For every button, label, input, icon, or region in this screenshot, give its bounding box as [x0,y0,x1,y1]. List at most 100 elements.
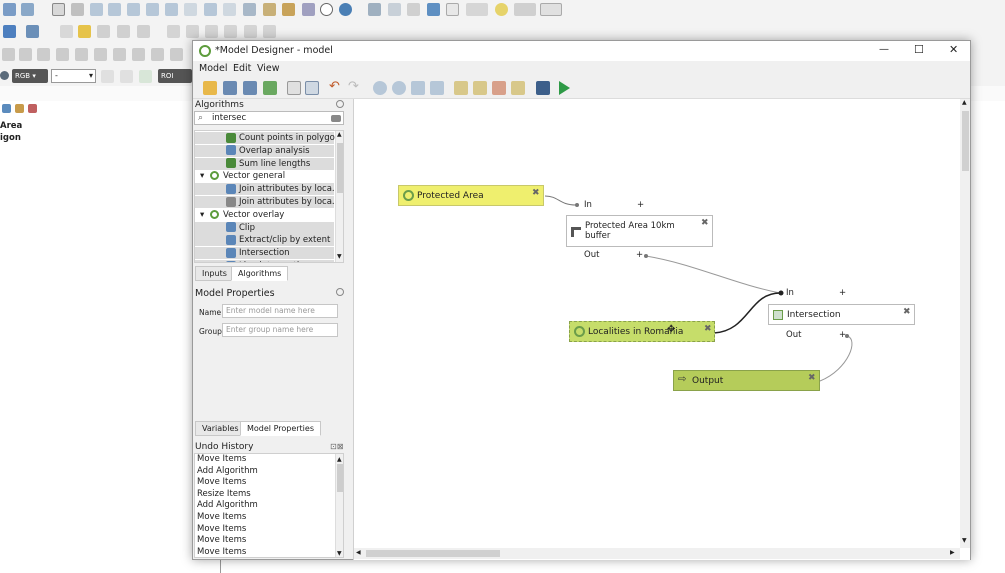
undo-icon[interactable]: ↶ [329,79,343,94]
scrollbar-thumb[interactable] [337,143,343,193]
rgb-dropdown[interactable]: RGB ▾ [12,69,48,83]
attribute-table-icon[interactable] [388,3,401,16]
tree-item[interactable]: Count points in polygon [195,132,340,144]
run-model-icon[interactable] [559,81,570,95]
tab-algorithms[interactable]: Algorithms [231,266,289,281]
tab-inputs[interactable]: Inputs [195,266,234,281]
refresh-icon[interactable] [339,3,352,16]
temporal-controller-icon[interactable] [320,3,333,16]
menu-edit[interactable]: Edit [233,63,251,74]
scroll-up-icon[interactable]: ▲ [337,131,342,138]
show-bookmarks-icon[interactable] [302,3,315,16]
new-3d-view-icon[interactable] [263,3,276,16]
canvas-scroll-left-icon[interactable]: ◀ [356,549,361,556]
properties-float-icon[interactable] [336,288,344,296]
undo-item[interactable]: Move Items [196,524,343,536]
tree-item[interactable]: Clip [195,221,334,234]
zoom-in-icon[interactable] [373,81,387,95]
canvas-scroll-right-icon[interactable]: ▶ [950,549,955,556]
canvas-scroll-down-icon[interactable]: ▼ [962,537,967,544]
undo-item[interactable]: Move Items [196,512,343,524]
tab-variables[interactable]: Variables [195,421,246,436]
model-group-field[interactable]: Enter group name here [222,323,338,337]
annotation-icon[interactable] [514,3,536,16]
tree-item[interactable]: Join attributes by loca... [195,196,340,208]
undo-scrollbar[interactable]: ▲ ▼ [335,454,343,557]
save-as-icon[interactable] [243,81,257,95]
copy-features-icon[interactable] [205,25,218,38]
zoom-raster-icon[interactable] [139,70,152,83]
add-feature-icon[interactable] [117,25,130,38]
redo-icon[interactable]: ↷ [348,79,362,94]
tab-model-properties[interactable]: Model Properties [240,421,321,436]
model-canvas[interactable]: Protected Area ✖ In + Protected Area 10k… [353,99,970,560]
undo-item[interactable]: Move Items [196,535,343,547]
bookmark-icon[interactable] [282,3,295,16]
menu-view[interactable]: View [257,63,280,74]
export-image-icon[interactable] [454,81,468,95]
canvas-vertical-scrollbar[interactable]: ▲ ▼ [960,99,970,548]
cut-features-icon[interactable] [186,25,199,38]
layer-tool-3-icon[interactable] [28,104,37,113]
node-intersection[interactable]: Intersection ✖ [768,304,915,325]
undo-icon[interactable] [244,25,257,38]
layer-item-area[interactable]: Area [0,121,22,131]
zoom-native-icon[interactable] [184,3,197,16]
undo-item[interactable]: Resize Items [196,489,343,501]
undo-item[interactable]: Move Items [196,547,343,557]
roi-dropdown[interactable]: ROI [158,69,192,83]
layer-item-polygon[interactable]: igon [0,133,21,143]
reshape-icon[interactable] [56,48,69,61]
field-calculator-icon[interactable] [407,3,420,16]
minimize-button[interactable]: — [879,44,889,55]
digitizing-tool-icon[interactable] [2,48,15,61]
split-features-icon[interactable] [94,48,107,61]
remove-node-icon[interactable]: ✖ [903,307,911,317]
close-button[interactable]: ✕ [949,43,958,56]
canvas-hscroll-thumb[interactable] [366,550,500,557]
paste-features-icon[interactable] [224,25,237,38]
band-dropdown[interactable]: - ▾ [51,69,96,83]
undo-scrollbar-thumb[interactable] [337,464,343,492]
tree-item[interactable]: Line intersections [195,260,334,262]
tree-item[interactable]: Join attributes by loca... [195,183,340,196]
simplify-icon[interactable] [170,48,183,61]
remove-node-icon[interactable]: ✖ [701,218,709,228]
merge-features-icon[interactable] [132,48,145,61]
zoom-last-icon[interactable] [204,3,217,16]
zoom-full-icon[interactable] [430,81,444,95]
menu-model[interactable]: Model [199,63,228,74]
tree-item[interactable]: Intersection [195,247,334,260]
scroll-down-icon[interactable]: ▼ [337,253,342,260]
port-plus-out-buffer[interactable]: + [636,250,643,260]
clear-search-icon[interactable] [331,115,341,122]
data-source-manager-icon[interactable] [3,25,16,38]
zoom-full-icon[interactable] [127,3,140,16]
toggle-editing-icon[interactable] [78,25,91,38]
undo-panel-close-icon[interactable]: ⊡⊠ [330,442,343,451]
undo-item[interactable]: Add Algorithm [196,466,343,478]
style-manager-icon[interactable] [21,3,34,16]
new-project-icon[interactable] [3,3,16,16]
measure-icon[interactable] [466,3,488,16]
open-model-icon[interactable] [203,81,217,95]
port-plus-intersection[interactable]: + [839,288,846,298]
tree-item[interactable]: Sum line lengths [195,157,334,170]
maximize-button[interactable]: ☐ [914,43,924,56]
tree-item[interactable]: Extract/clip by extent [195,234,334,247]
save-edits-icon[interactable] [97,25,110,38]
canvas-horizontal-scrollbar[interactable]: ◀ ▶ [354,548,960,559]
undo-item[interactable]: Move Items [196,477,343,489]
layer-tool-2-icon[interactable] [15,104,24,113]
advanced-digitizing-icon[interactable] [37,48,50,61]
zoom-layer-icon[interactable] [165,3,178,16]
export-pdf-icon[interactable] [473,81,487,95]
tree-group[interactable]: ▾ Vector overlay [195,209,334,221]
node-output[interactable]: ⇨ Output ✖ [673,370,820,391]
raster-toggle-icon[interactable] [0,71,9,80]
select-tool-icon[interactable] [305,81,319,95]
save-model-icon[interactable] [223,81,237,95]
redo-icon[interactable] [263,25,276,38]
tree-scrollbar[interactable]: ▲ ▼ [335,131,343,262]
pan-hand-icon[interactable] [52,3,65,16]
